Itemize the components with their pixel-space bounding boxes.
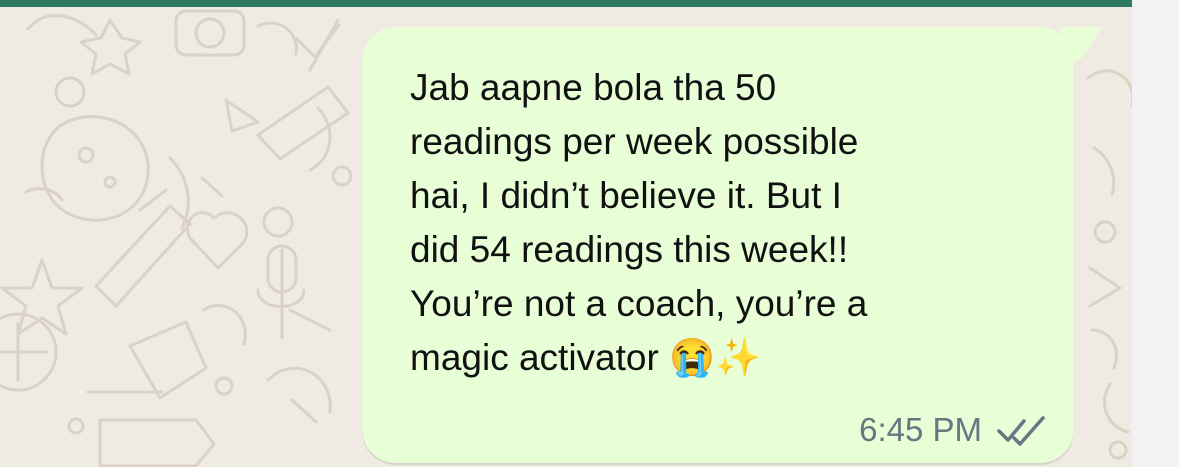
message-meta: 6:45 PM (859, 411, 1046, 449)
double-check-icon (997, 416, 1045, 446)
bubble-tail (1060, 27, 1102, 61)
chat-background: Jab aapne bola tha 50 readings per week … (0, 0, 1132, 467)
chat-screen: Jab aapne bola tha 50 readings per week … (0, 0, 1179, 467)
outgoing-message-bubble[interactable]: Jab aapne bola tha 50 readings per week … (362, 27, 1074, 463)
header-bar (0, 0, 1132, 7)
message-time: 6:45 PM (859, 411, 982, 448)
message-text: Jab aapne bola tha 50 readings per week … (410, 67, 868, 378)
